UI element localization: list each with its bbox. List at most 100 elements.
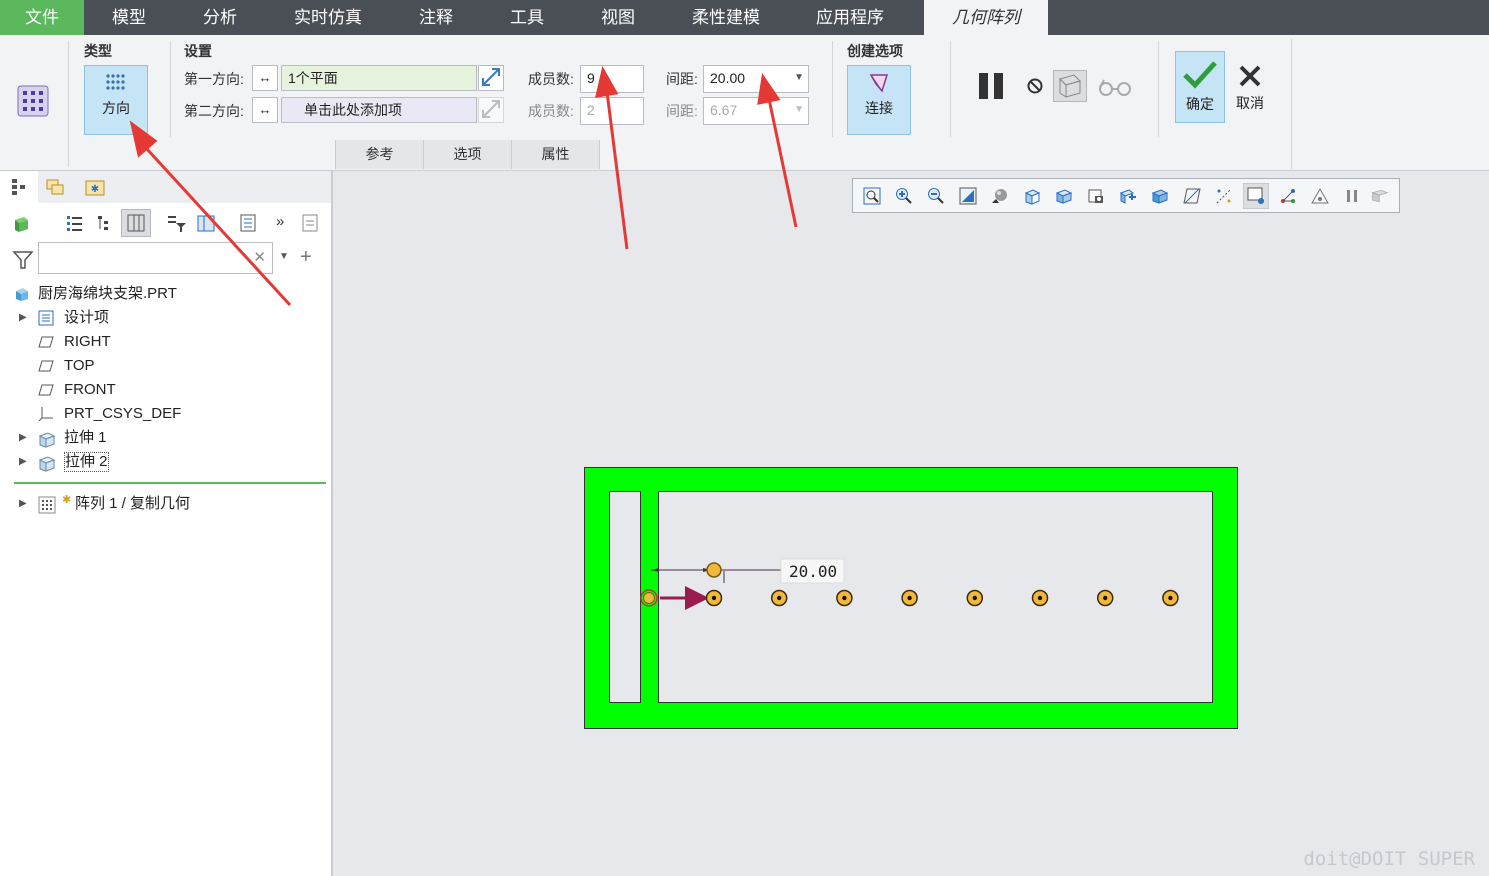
pattern-feature-icon	[14, 82, 52, 120]
tree-item-label: TOP	[64, 357, 95, 374]
extrude-icon	[38, 430, 56, 448]
second-direction-label: 第二方向:	[184, 103, 244, 119]
pattern-member-center	[972, 595, 977, 601]
tab-model[interactable]: 模型	[84, 0, 174, 35]
first-direction-flip-button[interactable]: ↔	[252, 65, 278, 91]
model-geometry: 20.00	[584, 467, 1238, 729]
pattern-member-center	[842, 595, 847, 601]
new-feature-star-icon: ✱	[62, 494, 72, 506]
part-slot-small[interactable]	[609, 491, 641, 703]
columns-icon	[127, 214, 145, 232]
tree-item-label: 阵列 1 / 复制几何	[75, 495, 191, 512]
tab-tools[interactable]: 工具	[482, 0, 572, 35]
expand-arrow-icon[interactable]: ▶	[19, 307, 27, 329]
direction-type-button[interactable]: 方向	[84, 65, 148, 135]
member-count-2-label: 成员数:	[528, 103, 574, 119]
dimension-value[interactable]: 20.00	[789, 562, 837, 581]
first-direction-reference-field[interactable]: 1个平面	[281, 65, 477, 91]
filter-list-icon	[168, 216, 186, 232]
tree-item-label: RIGHT	[64, 333, 111, 350]
settings-group-title: 设置	[184, 43, 212, 59]
tree-list-button[interactable]	[64, 213, 84, 233]
ok-label: 确定	[1186, 96, 1214, 112]
feature-info-button[interactable]	[238, 213, 258, 233]
datum-plane-icon	[38, 358, 54, 374]
search-options-chevron-icon[interactable]: ▼	[279, 251, 289, 262]
notes-button[interactable]	[300, 213, 320, 233]
tree-filter-button[interactable]	[166, 213, 188, 233]
glasses-icon	[1099, 79, 1131, 96]
second-direction-flip-button[interactable]: ↔	[252, 97, 278, 123]
pause-icon	[979, 73, 1003, 99]
tab-geometry-pattern[interactable]: 几何阵列	[924, 0, 1048, 35]
expand-arrow-icon[interactable]: ▶	[19, 451, 27, 473]
connect-option-button[interactable]: 连接	[847, 65, 911, 135]
second-direction-reverse-button[interactable]	[478, 97, 504, 123]
tab-analysis[interactable]: 分析	[174, 0, 266, 35]
pattern-member-center	[907, 595, 912, 601]
tab-flexible-modeling[interactable]: 柔性建模	[664, 0, 788, 35]
tab-applications[interactable]: 应用程序	[788, 0, 912, 35]
favorites-tab[interactable]: ✱	[84, 177, 106, 197]
part-slot-large[interactable]	[658, 491, 1213, 703]
pattern-origin-handle[interactable]	[643, 592, 655, 604]
reverse-direction-icon	[482, 68, 500, 86]
second-direction-reference-field[interactable]: 单击此处添加项	[281, 97, 477, 123]
close-icon	[1230, 63, 1270, 89]
cube-green-icon	[15, 217, 28, 232]
spacing-2-select[interactable]: 6.67 ▼	[703, 97, 809, 125]
tab-file[interactable]: 文件	[0, 0, 84, 35]
coordinate-system-icon	[38, 406, 54, 422]
pattern-feature-icon	[38, 496, 56, 514]
checkmark-icon	[1176, 60, 1224, 90]
ok-button[interactable]: 确定	[1175, 51, 1225, 123]
insert-here-indicator[interactable]	[14, 482, 326, 484]
expand-arrow-icon[interactable]: ▶	[19, 427, 27, 449]
spacing-1-select[interactable]: 20.00 ▼	[703, 65, 809, 93]
spacing-drag-handle[interactable]	[706, 562, 722, 578]
tab-realtime-sim[interactable]: 实时仿真	[266, 0, 390, 35]
tree-settings-icon	[197, 215, 215, 232]
show-model-button[interactable]	[12, 213, 32, 233]
double-arrow-icon: ↔	[258, 70, 272, 85]
tree-columns-button[interactable]	[121, 209, 151, 237]
model-tree-tab[interactable]	[0, 171, 38, 203]
wireframe-preview-icon	[1059, 74, 1081, 98]
reverse-direction-icon	[482, 100, 500, 118]
pause-button[interactable]	[976, 71, 1008, 101]
no-preview-button[interactable]	[1026, 77, 1044, 95]
spacing-2-label: 间距:	[666, 103, 698, 119]
watermark-text: doit@DOIT SUPER	[1303, 848, 1475, 870]
cancel-button[interactable]: 取消	[1230, 51, 1270, 123]
layer-tree-tab[interactable]	[44, 177, 66, 197]
tab-properties[interactable]: 属性	[511, 140, 600, 169]
svg-text:✱: ✱	[91, 184, 99, 195]
pattern-member-center	[777, 595, 782, 601]
member-count-1-input[interactable]: 9	[580, 65, 644, 93]
tree-expand-button[interactable]	[94, 213, 114, 233]
tree-search-input[interactable]: ✕	[38, 242, 273, 274]
first-direction-reverse-button[interactable]	[478, 65, 504, 91]
spacing-1-value: 20.00	[710, 70, 746, 86]
geometry-preview-button[interactable]	[1053, 70, 1087, 102]
tree-settings-button[interactable]	[196, 213, 218, 233]
document-list-icon	[240, 214, 256, 232]
tab-references[interactable]: 参考	[335, 140, 423, 169]
design-items-icon	[38, 310, 54, 326]
clear-search-icon[interactable]: ✕	[253, 248, 266, 266]
cancel-label: 取消	[1236, 95, 1264, 111]
tab-annotate[interactable]: 注释	[390, 0, 482, 35]
member-count-2-input[interactable]: 2	[580, 97, 644, 125]
pattern-member-center	[1168, 595, 1173, 601]
datum-plane-icon	[38, 382, 54, 398]
double-arrow-icon: ↔	[258, 102, 272, 117]
more-chevron-icon[interactable]: »	[276, 213, 290, 233]
expand-arrow-icon[interactable]: ▶	[19, 493, 27, 515]
add-filter-icon[interactable]: +	[300, 246, 312, 269]
verify-mode-button[interactable]	[1097, 77, 1133, 97]
tab-view[interactable]: 视图	[572, 0, 664, 35]
filter-icon[interactable]	[12, 249, 34, 271]
tab-options[interactable]: 选项	[423, 140, 511, 169]
member-count-1-label: 成员数:	[528, 71, 574, 87]
tree-item-label: 拉伸 2	[64, 452, 109, 472]
